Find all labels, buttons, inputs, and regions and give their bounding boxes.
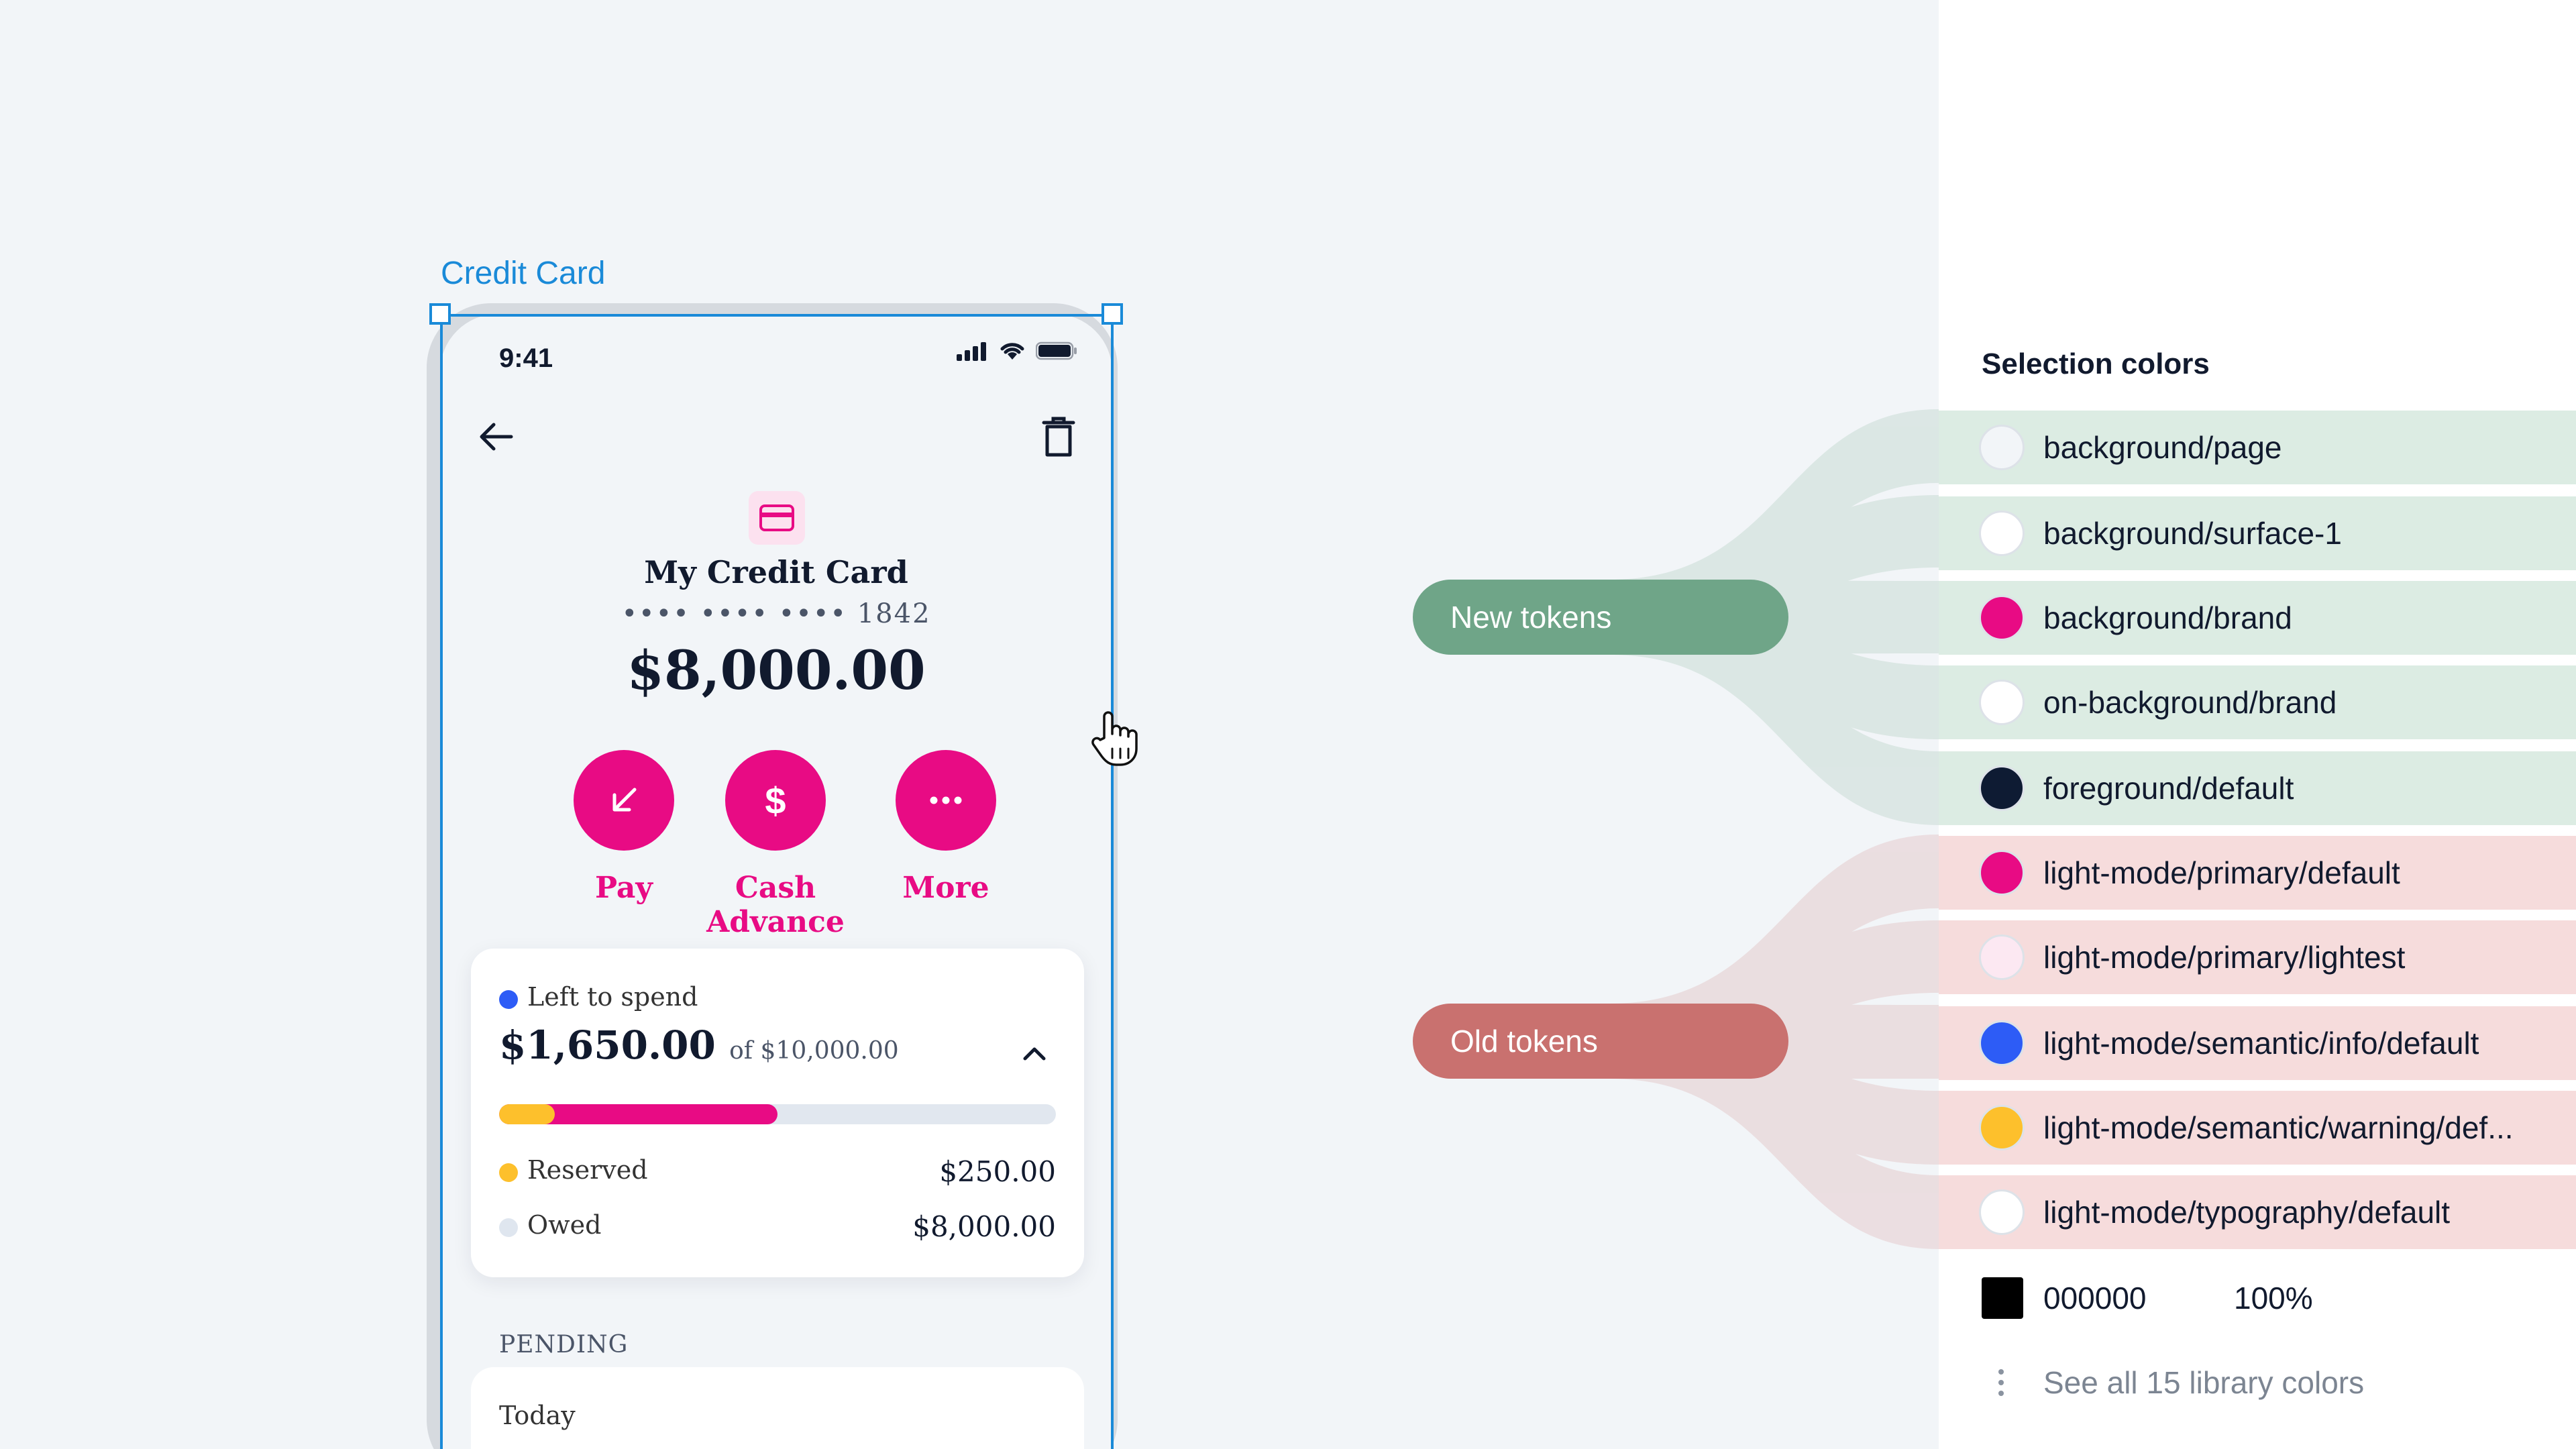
- new-tokens-pill[interactable]: New tokens: [1413, 580, 1788, 655]
- color-name: light-mode/typography/default: [2043, 1195, 2451, 1230]
- cash-advance-label: Cash Advance: [706, 871, 845, 939]
- more-label: More: [902, 871, 989, 905]
- pending-transaction-card[interactable]: Today: [471, 1367, 1084, 1449]
- warning-dot: [499, 1163, 518, 1182]
- color-name: background/brand: [2043, 600, 2292, 635]
- arrow-down-left-icon: [574, 750, 674, 851]
- color-row-background-surface-1[interactable]: background/surface-1: [1939, 496, 2576, 570]
- wifi-icon: [1000, 343, 1024, 360]
- frame-label[interactable]: Credit Card: [441, 255, 605, 292]
- hex-value[interactable]: 000000: [2043, 1280, 2147, 1316]
- today-label: Today: [499, 1401, 576, 1430]
- color-name: on-background/brand: [2043, 685, 2337, 720]
- color-name: background/page: [2043, 430, 2282, 465]
- old-tokens-pill[interactable]: Old tokens: [1413, 1004, 1788, 1079]
- color-row-on-background-brand[interactable]: on-background/brand: [1939, 665, 2576, 739]
- color-swatch[interactable]: [1979, 934, 2025, 980]
- color-swatch[interactable]: [1979, 850, 2025, 896]
- color-name: light-mode/primary/default: [2043, 855, 2400, 890]
- color-row-info-default[interactable]: light-mode/semantic/info/default: [1939, 1006, 2576, 1080]
- vertical-dots-icon: [1998, 1369, 2004, 1396]
- see-all-label[interactable]: See all 15 library colors: [2043, 1364, 2364, 1401]
- color-name: foreground/default: [2043, 771, 2294, 806]
- spend-progress-bar: [499, 1104, 1056, 1124]
- status-time: 9:41: [499, 343, 553, 373]
- hand-cursor-icon: [1091, 711, 1138, 766]
- color-swatch[interactable]: [1979, 511, 2025, 556]
- card-title: My Credit Card: [644, 554, 908, 590]
- color-swatch[interactable]: [1979, 1020, 2025, 1066]
- progress-reserved: [499, 1104, 555, 1124]
- status-icons: [957, 341, 1077, 361]
- color-name: light-mode/primary/lightest: [2043, 940, 2406, 975]
- color-swatch[interactable]: [1979, 680, 2025, 725]
- opacity-value[interactable]: 100%: [2234, 1280, 2313, 1316]
- color-row-background-brand[interactable]: background/brand: [1939, 581, 2576, 655]
- color-row-typography-default[interactable]: light-mode/typography/default: [1939, 1175, 2576, 1249]
- color-row-foreground-default[interactable]: foreground/default: [1939, 751, 2576, 825]
- left-to-spend-label: Left to spend: [499, 982, 698, 1012]
- color-name: background/surface-1: [2043, 516, 2342, 551]
- phone-frame[interactable]: 9:41 My Credit Card •••• •••• •••• 1842 …: [440, 314, 1112, 1449]
- pay-button[interactable]: Pay: [537, 750, 711, 905]
- left-to-spend-amount: $1,650.00 of $10,000.00: [499, 1022, 899, 1068]
- trash-icon[interactable]: [1038, 413, 1079, 460]
- info-dot: [499, 989, 518, 1009]
- color-row-primary-lightest[interactable]: light-mode/primary/lightest: [1939, 920, 2576, 994]
- reserved-row: Reserved $250.00: [499, 1155, 1056, 1188]
- pay-label: Pay: [595, 871, 653, 905]
- owed-dot: [499, 1218, 518, 1237]
- color-swatch[interactable]: [1979, 595, 2025, 641]
- back-arrow-icon[interactable]: [472, 413, 519, 460]
- total-limit: of $10,000.00: [729, 1037, 899, 1065]
- selection-colors-panel: Selection colors background/page backgro…: [1939, 0, 2576, 1449]
- cash-advance-button[interactable]: $ Cash Advance: [688, 750, 863, 939]
- pending-header: PENDING: [499, 1331, 629, 1358]
- more-button[interactable]: More: [859, 750, 1033, 905]
- color-name: light-mode/semantic/warning/def...: [2043, 1110, 2514, 1145]
- see-all-colors-link[interactable]: See all 15 library colors: [1939, 1346, 2576, 1419]
- color-name: light-mode/semantic/info/default: [2043, 1026, 2479, 1061]
- card-balance: $8,000.00: [627, 639, 926, 702]
- color-row-background-page[interactable]: background/page: [1939, 411, 2576, 484]
- card-number: •••• •••• •••• 1842: [621, 598, 931, 629]
- black-swatch[interactable]: [1982, 1277, 2023, 1319]
- resize-handle-top-left[interactable]: [429, 303, 451, 325]
- chevron-up-icon[interactable]: [1018, 1037, 1051, 1069]
- owed-row: Owed $8,000.00: [499, 1210, 1056, 1243]
- color-swatch[interactable]: [1979, 765, 2025, 811]
- spend-card[interactable]: Left to spend $1,650.00 of $10,000.00 Re…: [471, 949, 1084, 1277]
- owed-value: $8,000.00: [912, 1210, 1056, 1243]
- reserved-value: $250.00: [939, 1155, 1056, 1188]
- token-flow-ribbons: [1610, 409, 1939, 1249]
- color-row-raw-hex[interactable]: 000000 100%: [1939, 1261, 2576, 1335]
- color-row-warning-default[interactable]: light-mode/semantic/warning/def...: [1939, 1091, 2576, 1165]
- color-swatch[interactable]: [1979, 425, 2025, 470]
- color-swatch[interactable]: [1979, 1105, 2025, 1150]
- resize-handle-top-right[interactable]: [1102, 303, 1123, 325]
- credit-card-icon: [749, 491, 805, 545]
- color-row-primary-default[interactable]: light-mode/primary/default: [1939, 836, 2576, 910]
- color-swatch[interactable]: [1979, 1189, 2025, 1235]
- dollar-icon: $: [725, 750, 826, 851]
- signal-icon: [957, 342, 986, 361]
- battery-icon: [1036, 341, 1077, 360]
- panel-title: Selection colors: [1982, 347, 2210, 380]
- more-dots-icon: [896, 750, 996, 851]
